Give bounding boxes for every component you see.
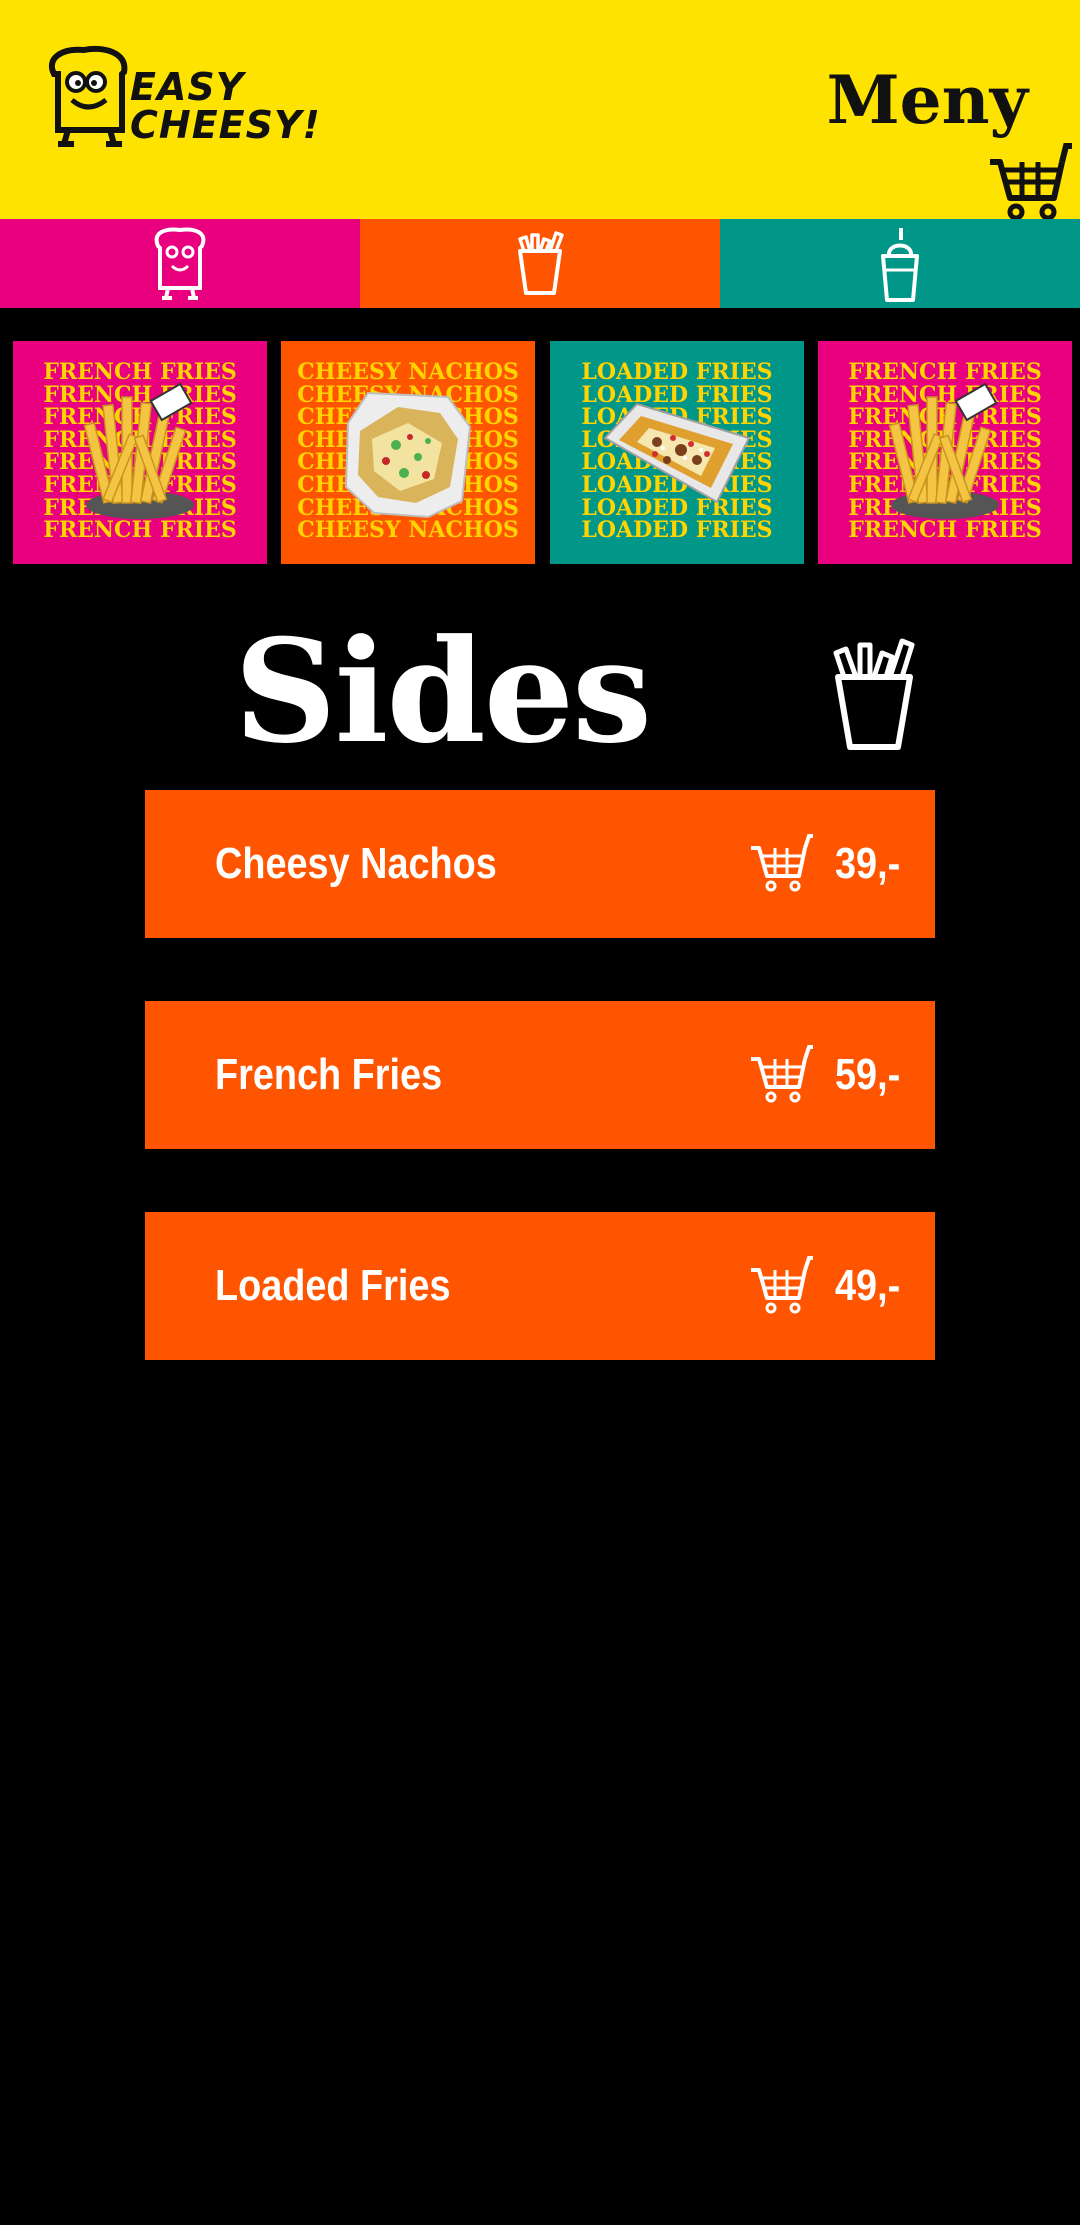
item-price: 59,-: [835, 1050, 901, 1099]
add-to-cart-icon[interactable]: [749, 1045, 813, 1103]
category-tabs: [0, 219, 1080, 308]
fries-icon: [518, 230, 564, 295]
logo-wordmark: EASY CHEESY!: [130, 68, 321, 144]
carousel-card-french-fries[interactable]: FRENCH FRIESFRENCH FRIESFRENCH FRIESFREN…: [13, 341, 267, 564]
carousel-card-loaded-fries[interactable]: LOADED FRIESLOADED FRIESLOADED FRIESLOAD…: [550, 341, 804, 564]
logo-line-1: EASY: [130, 65, 245, 109]
item-name: Loaded Fries: [215, 1261, 451, 1310]
section-title: Sides: [234, 609, 652, 775]
menu-item-cheesy-nachos[interactable]: Cheesy Nachos 39,-: [145, 790, 935, 938]
menu-item-loaded-fries[interactable]: Loaded Fries 49,-: [145, 1212, 935, 1360]
cheesy-nachos-image: [344, 391, 472, 518]
item-name: French Fries: [215, 1050, 443, 1099]
item-price: 49,-: [835, 1261, 901, 1310]
fries-icon: [833, 638, 915, 750]
french-fries-image: [83, 382, 194, 519]
featured-carousel[interactable]: FRENCH FRIESFRENCH FRIESFRENCH FRIESFREN…: [13, 341, 1073, 564]
milkshake-icon: [881, 227, 919, 302]
toast-icon: [154, 227, 206, 300]
add-to-cart-icon[interactable]: [749, 834, 813, 892]
tab-sides[interactable]: [360, 219, 720, 308]
tab-drinks[interactable]: [720, 219, 1080, 308]
loaded-fries-image: [603, 402, 751, 503]
cart-icon[interactable]: [986, 142, 1072, 220]
page-title: Meny: [826, 61, 1028, 139]
app-header: EASY CHEESY! Meny: [0, 0, 1080, 220]
carousel-card-french-fries-2[interactable]: FRENCH FRIESFRENCH FRIESFRENCH FRIESFREN…: [818, 341, 1072, 564]
toast-mascot-icon: [49, 45, 128, 147]
french-fries-image: [888, 382, 999, 519]
carousel-card-cheesy-nachos[interactable]: CHEESY NACHOSCHEESY NACHOSCHEESY NACHOSC…: [281, 341, 535, 564]
item-price: 39,-: [835, 839, 901, 888]
logo-line-2: CHEESY!: [130, 103, 321, 147]
add-to-cart-icon[interactable]: [749, 1256, 813, 1314]
item-name: Cheesy Nachos: [215, 839, 497, 888]
tab-toast[interactable]: [0, 219, 360, 308]
easy-cheesy-logo[interactable]: EASY CHEESY!: [44, 44, 320, 148]
menu-item-french-fries[interactable]: French Fries 59,-: [145, 1001, 935, 1149]
